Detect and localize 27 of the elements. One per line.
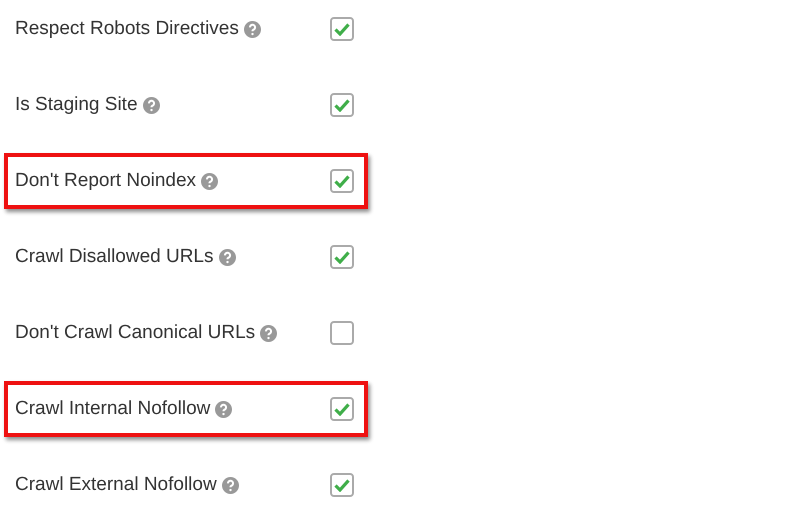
setting-label: Respect Robots Directives — [15, 18, 239, 40]
checkbox[interactable] — [330, 397, 354, 421]
check-icon — [334, 402, 350, 416]
checkbox[interactable] — [330, 473, 354, 497]
check-icon — [334, 98, 350, 112]
setting-label: Don't Report Noindex — [15, 170, 196, 192]
setting-label: Crawl Internal Nofollow — [15, 398, 210, 420]
help-icon[interactable] — [201, 172, 218, 190]
setting-label: Crawl External Nofollow — [15, 474, 217, 496]
setting-label: Is Staging Site — [15, 94, 138, 116]
help-icon[interactable] — [142, 96, 160, 114]
check-icon — [334, 478, 350, 492]
help-icon[interactable] — [244, 20, 261, 38]
checkbox[interactable] — [330, 169, 354, 193]
checkbox[interactable] — [330, 93, 354, 117]
help-icon[interactable] — [215, 400, 232, 418]
check-icon — [334, 22, 350, 36]
check-icon — [334, 250, 350, 264]
help-icon[interactable] — [222, 476, 239, 494]
help-icon[interactable] — [218, 248, 236, 266]
setting-label: Don't Crawl Canonical URLs — [15, 322, 256, 344]
setting-label: Crawl Disallowed URLs — [15, 246, 214, 268]
help-icon[interactable] — [260, 324, 278, 342]
checkbox[interactable] — [330, 17, 354, 41]
checkbox[interactable] — [330, 245, 354, 269]
check-icon — [334, 174, 350, 188]
checkbox[interactable] — [330, 321, 354, 345]
